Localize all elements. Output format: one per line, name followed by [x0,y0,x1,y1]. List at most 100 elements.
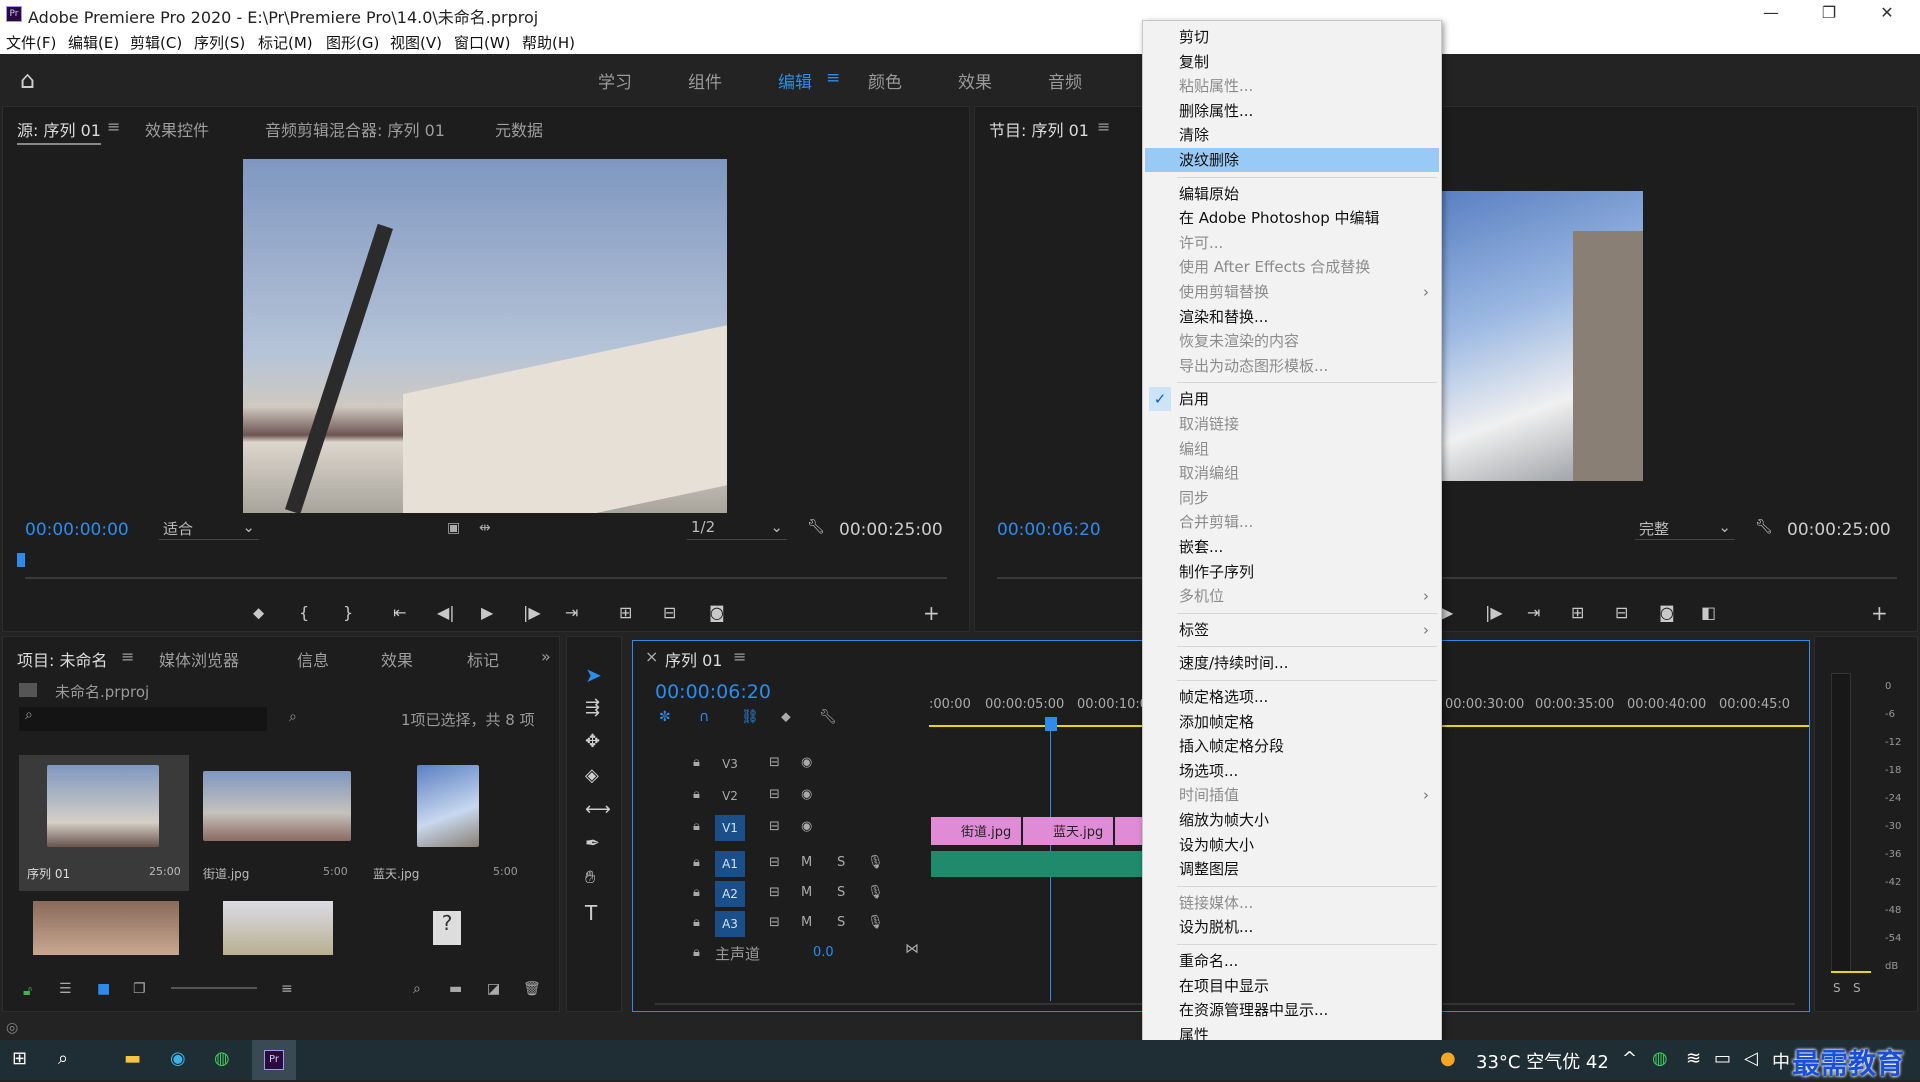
nest-toggle-icon[interactable]: ✼ [659,709,671,725]
go-to-out-button[interactable]: ⇥ [565,603,578,622]
audio-clip-a1[interactable] [931,851,1145,877]
source-playhead[interactable] [17,553,25,567]
program-timecode[interactable]: 00:00:06:20 [997,520,1101,540]
insert-button[interactable]: ⊞ [619,603,632,622]
go-to-edge-icon[interactable]: ⋈ [905,941,919,957]
project-item-thumbnail[interactable] [223,901,333,955]
tab-effects[interactable]: 效果 [381,647,413,671]
tab-sequence[interactable]: 序列 01 [665,647,722,671]
tab-program[interactable]: 节目: 序列 01 [989,117,1089,141]
more-panels-icon[interactable]: » [541,647,551,666]
safe-margins-icon[interactable]: ▣ [447,520,460,536]
go-to-out-button[interactable]: ⇥ [1527,603,1540,622]
tab-media-browser[interactable]: 媒体浏览器 [159,647,239,671]
add-marker-icon[interactable]: ⬥ [781,709,791,725]
trash-icon[interactable]: 🗑︎ [523,981,541,997]
razor-tool-icon[interactable]: ◈ [585,765,599,786]
tab-effect-controls[interactable]: 效果控件 [145,117,209,141]
track-label-a2[interactable]: A2 [715,881,745,907]
sync-lock-icon[interactable]: ⊟ [769,885,780,900]
source-fit-select[interactable]: 适合 ⌄ [159,518,259,540]
context-menu-item[interactable]: 在项目中显示 [1145,974,1439,998]
tab-markers[interactable]: 标记 [467,647,499,671]
context-menu-item[interactable]: 渲染和替换... [1145,305,1439,329]
mark-in-button[interactable]: { [299,603,309,622]
context-menu-item[interactable]: 编辑原始 [1145,182,1439,206]
tab-info[interactable]: 信息 [297,647,329,671]
home-icon[interactable]: ⌂ [20,66,35,94]
ripple-edit-tool-icon[interactable]: ✥ [585,731,600,752]
lock-icon[interactable]: 🔓︎ [23,983,32,999]
taskbar-premiere[interactable]: Pr [252,1040,296,1080]
menu-window[interactable]: 窗口(W) [454,32,511,53]
wrench-icon[interactable]: 🔧︎ [1755,519,1773,535]
context-menu-item[interactable]: 制作子序列 [1145,560,1439,584]
sync-lock-icon[interactable]: ⊟ [769,855,780,870]
context-menu-item[interactable]: 调整图层 [1145,857,1439,881]
edge-browser-icon[interactable]: ◉ [170,1048,186,1069]
find-icon[interactable]: ⌕ [413,981,421,997]
battery-icon[interactable]: ▭ [1714,1048,1731,1069]
workspace-learn[interactable]: 学习 [598,68,632,93]
track-label-a3[interactable]: A3 [715,911,745,937]
windows-start-icon[interactable]: ⊞ [12,1048,27,1069]
workspace-menu-icon[interactable]: ≡ [826,68,840,88]
tab-audio-mixer[interactable]: 音频剪辑混合器: 序列 01 [265,117,445,141]
mute-button[interactable]: M [801,855,812,870]
solo-button[interactable]: S [837,915,845,930]
program-tab-menu-icon[interactable]: ≡ [1097,117,1110,136]
close-tab-icon[interactable]: × [645,647,658,666]
master-volume-value[interactable]: 0.0 [813,945,834,960]
context-menu-item[interactable]: 剪切 [1145,25,1439,49]
sort-icon[interactable]: ≡ [281,981,293,997]
menu-sequence[interactable]: 序列(S) [194,32,245,53]
mute-button[interactable]: M [801,915,812,930]
source-resolution-select[interactable]: 1/2 ⌄ [687,518,787,540]
context-menu-item[interactable]: 嵌套... [1145,535,1439,559]
solo-right-button[interactable]: S [1853,981,1861,995]
menu-clip[interactable]: 剪辑(C) [130,32,182,53]
context-menu-item[interactable]: 添加帧定格 [1145,710,1439,734]
list-view-icon[interactable]: ☰ [59,981,72,997]
program-quality-select[interactable]: 完整 ⌄ [1635,518,1735,540]
timeline-timecode[interactable]: 00:00:06:20 [655,681,771,703]
context-menu-item[interactable]: 场选项... [1145,759,1439,783]
context-menu-item[interactable]: 重命名... [1145,949,1439,973]
context-menu-item[interactable]: 在资源管理器中显示... [1145,998,1439,1022]
eye-icon[interactable]: ◉ [801,819,812,834]
sync-lock-icon[interactable]: ⊟ [769,787,780,802]
source-tab-menu-icon[interactable]: ≡ [107,117,120,136]
pen-tool-icon[interactable]: ✒ [585,833,600,854]
mark-out-button[interactable]: } [343,603,353,622]
wrench-icon[interactable]: 🔧︎ [819,709,837,725]
context-menu-item[interactable]: 在 Adobe Photoshop 中编辑 [1145,206,1439,230]
clip-street[interactable]: 街道.jpg [931,817,1021,845]
solo-button[interactable]: S [837,885,845,900]
project-item-sequence[interactable]: 序列 01 25:00 [19,755,189,891]
mic-icon[interactable]: 🎙︎ [867,855,884,870]
play-button[interactable]: ▶ [1441,603,1453,622]
track-label-v2[interactable]: V2 [715,783,745,809]
compare-view-icon[interactable]: ◧ [1701,603,1716,622]
menu-edit[interactable]: 编辑(E) [68,32,119,53]
extract-button[interactable]: ⊟ [1615,603,1628,622]
freeform-view-icon[interactable]: ❐ [133,981,146,997]
context-menu-item[interactable]: ✓ 启用 [1145,387,1439,412]
chevron-up-icon[interactable]: ^ [1622,1048,1637,1069]
sync-lock-icon[interactable]: ⊟ [769,755,780,770]
project-tab-menu-icon[interactable]: ≡ [121,647,134,666]
new-bin-icon[interactable]: ▬ [449,981,462,997]
sequence-tab-menu-icon[interactable]: ≡ [733,647,746,666]
tab-metadata[interactable]: 元数据 [495,117,543,141]
clip-sky[interactable]: 蓝天.jpg [1023,817,1113,845]
drag-video-icon[interactable]: ⇹ [479,520,491,536]
overwrite-button[interactable]: ⊟ [663,603,676,622]
menu-view[interactable]: 视图(V) [390,32,442,53]
minimize-button[interactable]: — [1742,0,1800,28]
type-tool-icon[interactable]: T [585,901,597,925]
slip-tool-icon[interactable]: ⟷ [585,799,611,820]
project-item-street[interactable]: 街道.jpg 5:00 [199,755,359,891]
tab-source[interactable]: 源: 序列 01 [17,117,101,145]
zoom-slider[interactable] [171,987,257,989]
wechat-tray-icon[interactable]: ◍ [1652,1048,1668,1069]
